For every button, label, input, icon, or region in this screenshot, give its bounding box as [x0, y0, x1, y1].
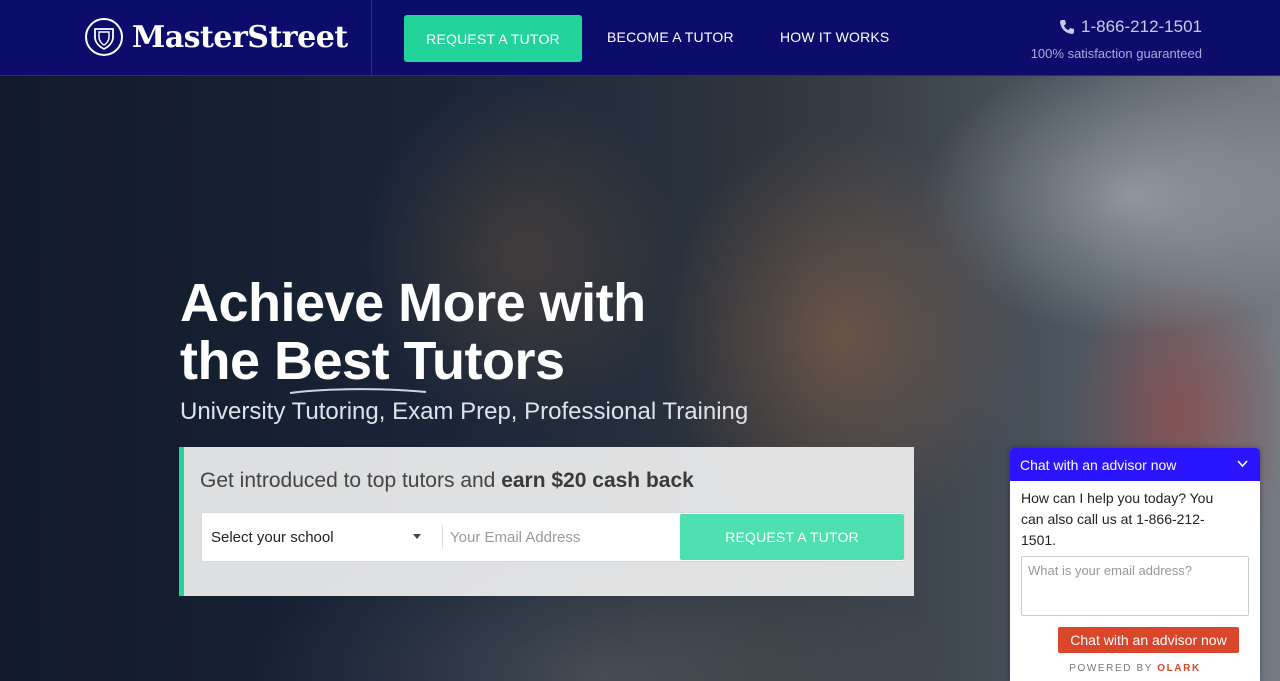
satisfaction-guarantee: 100% satisfaction guaranteed [1030, 46, 1202, 61]
chat-header[interactable]: Chat with an advisor now [1010, 448, 1260, 481]
hero-headline-line-2: the Best Tutors [180, 331, 565, 391]
email-input[interactable] [450, 521, 674, 553]
signup-title-text: Get introduced to top tutors and [200, 469, 502, 492]
olark-brand: OLARK [1157, 663, 1201, 674]
powered-by-olark[interactable]: POWERED BY OLARK [1010, 663, 1260, 674]
chat-header-title: Chat with an advisor now [1020, 456, 1177, 473]
nav-request-tutor-button[interactable]: REQUEST A TUTOR [404, 15, 582, 62]
nav-link-become-tutor[interactable]: BECOME A TUTOR [607, 29, 734, 45]
brand-logo[interactable]: MasterStreet [84, 17, 348, 57]
nav-link-how-it-works[interactable]: HOW IT WORKS [780, 29, 889, 45]
chat-widget: Chat with an advisor now How can I help … [1010, 448, 1260, 681]
brand-name: MasterStreet [132, 19, 348, 55]
shield-logo-icon [85, 18, 123, 56]
dropdown-caret-icon [413, 534, 421, 539]
signup-card: Get introduced to top tutors and earn $2… [179, 447, 914, 596]
signup-title-cashback: earn $20 cash back [501, 469, 694, 492]
chat-greeting-message: How can I help you today? You can also c… [1021, 490, 1214, 548]
school-select[interactable]: Select your school [202, 513, 442, 561]
underline-swash-decoration [289, 388, 427, 394]
nav-divider [371, 0, 372, 76]
signup-form: Select your school REQUEST A TUTOR [201, 512, 905, 562]
phone-icon [1060, 20, 1075, 34]
powered-by-text: POWERED BY [1069, 663, 1158, 674]
chat-email-input[interactable] [1021, 556, 1249, 616]
field-divider [442, 525, 443, 549]
hero-headline: Achieve More with the Best Tutors [180, 273, 646, 394]
phone-number[interactable]: 1-866-212-1501 [1059, 17, 1202, 37]
hero-subheadline: University Tutoring, Exam Prep, Professi… [180, 398, 749, 425]
school-select-value: Select your school [211, 528, 334, 546]
top-navbar: MasterStreet REQUEST A TUTOR BECOME A TU… [0, 0, 1280, 76]
chevron-down-icon[interactable] [1237, 460, 1248, 468]
hero-headline-line-1: Achieve More with [180, 273, 646, 333]
signup-card-title: Get introduced to top tutors and earn $2… [200, 469, 694, 493]
phone-number-text: 1-866-212-1501 [1081, 17, 1202, 36]
chat-start-button[interactable]: Chat with an advisor now [1058, 627, 1239, 653]
form-request-tutor-button[interactable]: REQUEST A TUTOR [680, 514, 904, 560]
